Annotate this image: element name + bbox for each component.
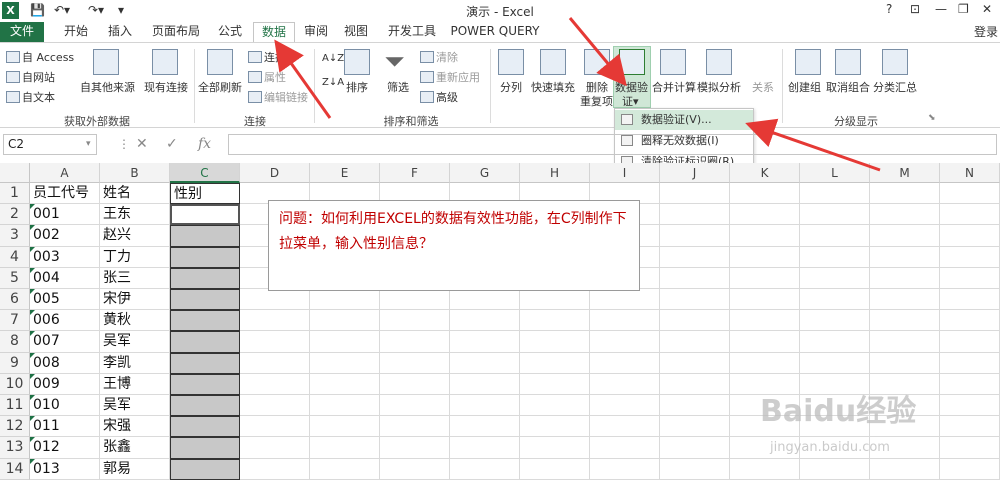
annotation-arrows bbox=[274, 17, 881, 172]
arrow-to-validation-menu bbox=[745, 118, 881, 172]
excel-window: X 💾 ↶▾ ↷▾ ▾ 演示 - Excel ? ⊡ — ❐ ✕ 文件 开始 插… bbox=[0, 0, 1000, 487]
arrow-to-data-tab bbox=[274, 39, 332, 119]
arrow-to-validation-button bbox=[568, 17, 627, 87]
